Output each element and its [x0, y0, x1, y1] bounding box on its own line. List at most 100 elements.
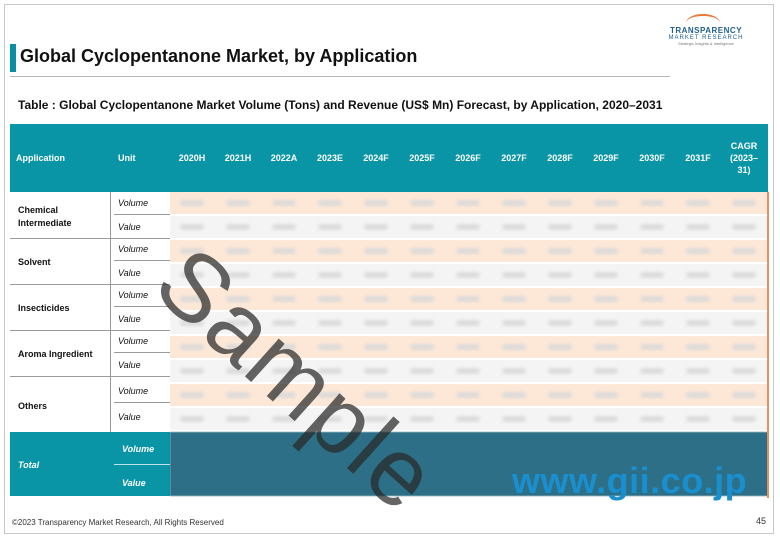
heading-divider	[10, 76, 670, 77]
blurred-cell-value	[410, 392, 434, 398]
blurred-cell-value	[640, 368, 664, 374]
unit-divider	[114, 214, 170, 215]
blurred-cell-value	[180, 224, 204, 230]
unit-divider	[114, 260, 170, 261]
application-label: Others	[18, 401, 48, 411]
blurred-cell-value	[502, 248, 526, 254]
unit-label: Value	[118, 314, 141, 324]
blurred-cell-value	[640, 416, 664, 422]
blurred-cell-value	[502, 416, 526, 422]
group-divider	[10, 284, 170, 285]
heading-accent-bar	[10, 44, 16, 72]
unit-divider	[114, 352, 170, 353]
blurred-cell-value	[226, 416, 250, 422]
blurred-cell-value	[732, 416, 756, 422]
blurred-cell-value	[594, 224, 618, 230]
blurred-cell-value	[640, 392, 664, 398]
blurred-cell-value	[594, 368, 618, 374]
blurred-cell-value	[318, 296, 342, 302]
unit-label: Value	[118, 268, 141, 278]
company-logo: TRANSPARENCY MARKET RESEARCH Strategic I…	[656, 12, 756, 60]
unit-divider	[114, 402, 170, 403]
blurred-cell-value	[180, 368, 204, 374]
blurred-cell-value	[502, 272, 526, 278]
blurred-cell-value	[548, 392, 572, 398]
blurred-cell-value	[410, 224, 434, 230]
col-header-2030f: 2030F	[639, 153, 665, 163]
col-header-cagr: CAGR (2023–31)	[729, 141, 759, 175]
blurred-cell-value	[318, 200, 342, 206]
col-header-2020h: 2020H	[178, 153, 206, 163]
blurred-cell-value	[686, 296, 710, 302]
total-unit-label: Volume	[122, 444, 155, 454]
group-divider	[10, 330, 170, 331]
blurred-cell-value	[548, 416, 572, 422]
blurred-cell-value	[364, 320, 388, 326]
blurred-cell-value	[594, 272, 618, 278]
blurred-cell-value	[594, 344, 618, 350]
blurred-cell-value	[318, 248, 342, 254]
blurred-cell-value	[272, 248, 296, 254]
application-label: Insecticides	[18, 303, 70, 313]
blurred-cell-value	[456, 296, 480, 302]
group-divider	[10, 376, 170, 377]
blurred-cell-value	[364, 344, 388, 350]
blurred-cell-value	[502, 368, 526, 374]
blurred-cell-value	[732, 296, 756, 302]
blurred-cell-value	[410, 272, 434, 278]
blurred-cell-value	[548, 224, 572, 230]
blurred-cell-value	[594, 200, 618, 206]
blurred-cell-value	[732, 224, 756, 230]
blurred-cell-value	[594, 248, 618, 254]
copyright-footer: ©2023 Transparency Market Research, All …	[12, 518, 224, 527]
blurred-cell-value	[732, 344, 756, 350]
blurred-cell-value	[640, 224, 664, 230]
blurred-cell-value	[456, 248, 480, 254]
blurred-cell-value	[456, 416, 480, 422]
blurred-cell-value	[502, 320, 526, 326]
blurred-cell-value	[732, 200, 756, 206]
blurred-cell-value	[732, 272, 756, 278]
total-unit-label: Value	[122, 478, 146, 488]
blurred-cell-value	[732, 248, 756, 254]
blurred-cell-value	[640, 344, 664, 350]
table-caption: Table : Global Cyclopentanone Market Vol…	[18, 98, 663, 112]
blurred-cell-value	[502, 296, 526, 302]
total-label: Total	[18, 460, 40, 470]
blurred-cell-value	[456, 320, 480, 326]
col-header-application: Application	[16, 153, 65, 163]
col-header-2021h: 2021H	[224, 153, 252, 163]
blurred-cell-value	[226, 200, 250, 206]
blurred-data-row	[170, 240, 768, 262]
blurred-cell-value	[686, 416, 710, 422]
blurred-cell-value	[548, 320, 572, 326]
blurred-cell-value	[548, 344, 572, 350]
logo-tagline: Strategic Insights & Intelligence	[678, 41, 734, 46]
blurred-cell-value	[548, 296, 572, 302]
blurred-cell-value	[640, 296, 664, 302]
blurred-cell-value	[318, 272, 342, 278]
blurred-cell-value	[456, 344, 480, 350]
col-header-2029f: 2029F	[593, 153, 619, 163]
blurred-cell-value	[410, 320, 434, 326]
blurred-cell-value	[456, 224, 480, 230]
blurred-cell-value	[364, 248, 388, 254]
blurred-cell-value	[180, 392, 204, 398]
blurred-cell-value	[732, 320, 756, 326]
blurred-cell-value	[640, 320, 664, 326]
blurred-cell-value	[686, 200, 710, 206]
blurred-cell-value	[548, 200, 572, 206]
blurred-cell-value	[180, 200, 204, 206]
blurred-cell-value	[686, 344, 710, 350]
blurred-cell-value	[548, 248, 572, 254]
unit-label: Value	[118, 360, 141, 370]
logo-arrow-icon	[686, 14, 720, 32]
blurred-cell-value	[364, 200, 388, 206]
col-header-2026f: 2026F	[455, 153, 481, 163]
blurred-cell-value	[686, 224, 710, 230]
blurred-cell-value	[686, 272, 710, 278]
unit-label: Volume	[118, 386, 149, 396]
blurred-cell-value	[502, 344, 526, 350]
col-header-2031f: 2031F	[685, 153, 711, 163]
unit-label: Value	[118, 412, 141, 422]
